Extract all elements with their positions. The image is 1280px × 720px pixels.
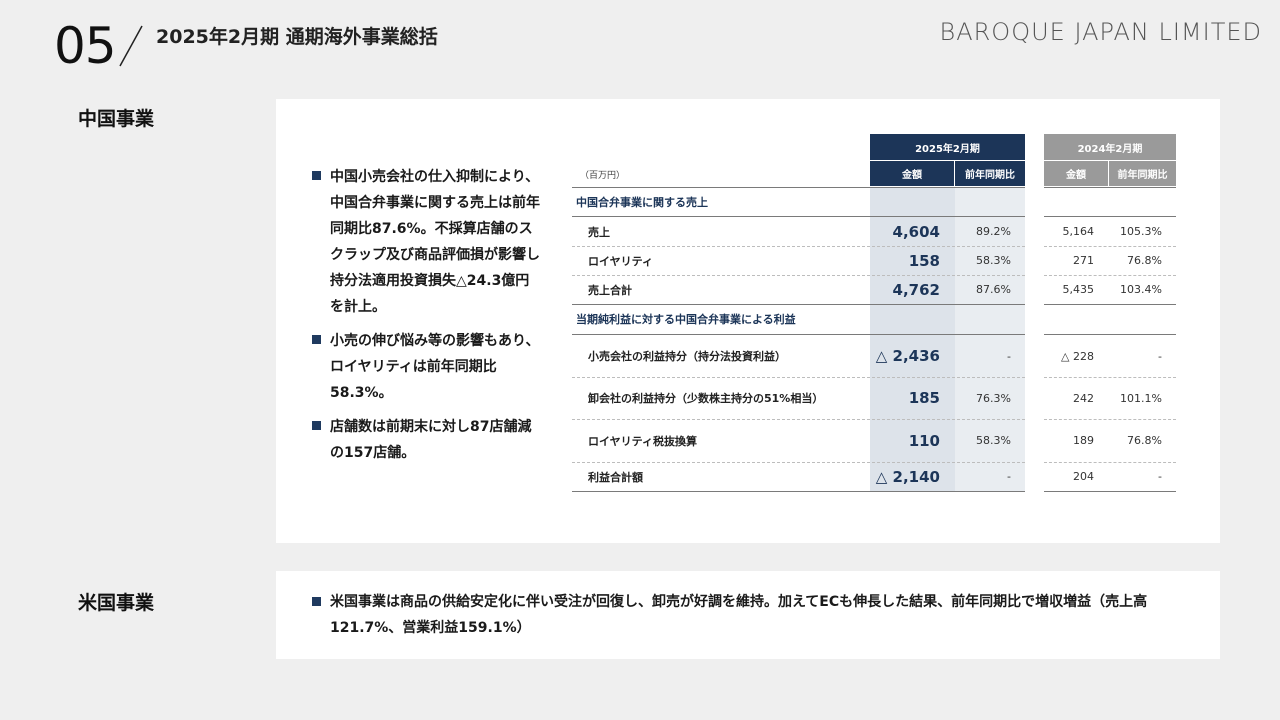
row-label: 売上合計 — [588, 283, 632, 297]
china-bullet-list: 中国小売会社の仕入抑制により、中国合弁事業に関する売上は前年同期比87.6%。不… — [312, 164, 542, 474]
col-amount-current: 金額 — [870, 161, 954, 186]
row-label: ロイヤリティ — [588, 254, 654, 268]
cur-amount: 4,604 — [892, 222, 940, 241]
prior-yoy: - — [1158, 470, 1162, 483]
prior-yoy: 101.1% — [1120, 391, 1162, 405]
cur-amount: △ 2,140 — [875, 467, 940, 486]
col-yoy-current: 前年同期比 — [955, 161, 1025, 186]
china-bullet: 中国小売会社の仕入抑制により、中国合弁事業に関する売上は前年同期比87.6%。不… — [312, 164, 542, 320]
cur-amount: 4,762 — [892, 280, 940, 299]
prior-yoy: 105.3% — [1120, 225, 1162, 238]
prior-yoy: 76.8% — [1127, 254, 1162, 267]
slash-divider — [119, 25, 143, 67]
cur-yoy: - — [1007, 470, 1011, 483]
china-bullet: 店舗数は前期末に対し87店舗減の157店舗。 — [312, 414, 542, 466]
period-current-header: 2025年2月期 — [870, 134, 1025, 160]
rule — [1044, 304, 1176, 305]
prior-yoy: 103.4% — [1120, 283, 1162, 296]
rule — [1044, 187, 1176, 188]
china-financial-table: 2025年2月期 2024年2月期 （百万円） 金額 前年同期比 金額 前年同期… — [572, 134, 1176, 494]
prior-amount: 5,164 — [1062, 225, 1095, 238]
cur-yoy: - — [1007, 349, 1011, 363]
rule — [572, 304, 1025, 305]
prior-amount: 242 — [1073, 391, 1094, 405]
section-profit-heading: 当期純利益に対する中国合弁事業による利益 — [576, 313, 796, 326]
prior-amount: 5,435 — [1062, 283, 1095, 296]
cur-yoy: 89.2% — [976, 225, 1011, 238]
brand-logo: BAROQUE JAPAN LIMITED — [939, 18, 1262, 46]
cur-yoy: 76.3% — [976, 391, 1011, 405]
us-section-label: 米国事業 — [78, 592, 155, 614]
prior-yoy: 76.8% — [1127, 434, 1162, 447]
china-bullet: 小売の伸び悩み等の影響もあり、ロイヤリティは前年同期比58.3%。 — [312, 328, 542, 406]
rule — [1044, 491, 1176, 492]
row-label: 売上 — [588, 225, 610, 239]
prior-amount: 204 — [1073, 470, 1094, 483]
row-label: 卸会社の利益持分（少数株主持分の51%相当） — [588, 392, 824, 405]
row-label: ロイヤリティ税抜換算 — [588, 434, 698, 448]
china-section-label: 中国事業 — [78, 108, 155, 130]
prior-amount: 271 — [1073, 254, 1094, 267]
row-label: 小売会社の利益持分（持分法投資利益） — [588, 350, 786, 363]
page-title: 2025年2月期 通期海外事業総括 — [156, 26, 438, 48]
period-prior-header: 2024年2月期 — [1044, 134, 1176, 160]
section-number: 05 — [54, 17, 117, 75]
col-amount-prior: 金額 — [1044, 161, 1108, 186]
cur-yoy: 58.3% — [976, 254, 1011, 267]
prior-amount: 189 — [1073, 434, 1094, 447]
prior-yoy: - — [1158, 349, 1162, 363]
cur-amount: 158 — [908, 251, 940, 270]
cur-amount: 110 — [908, 431, 940, 450]
rule — [572, 187, 1025, 188]
cur-yoy: 87.6% — [976, 283, 1011, 296]
prior-amount: △ 228 — [1061, 349, 1094, 363]
rule — [572, 491, 1025, 492]
col-yoy-prior: 前年同期比 — [1109, 161, 1176, 186]
cur-amount: △ 2,436 — [875, 347, 940, 365]
section-sales-heading: 中国合弁事業に関する売上 — [576, 196, 708, 209]
us-bullet-list: 米国事業は商品の供給安定化に伴い受注が回復し、卸売が好調を維持。加えてECも伸長… — [312, 589, 1192, 649]
row-label: 利益合計額 — [588, 470, 643, 484]
unit-label: （百万円） — [580, 170, 626, 181]
cur-amount: 185 — [908, 389, 940, 407]
us-bullet: 米国事業は商品の供給安定化に伴い受注が回復し、卸売が好調を維持。加えてECも伸長… — [312, 589, 1192, 641]
cur-yoy: 58.3% — [976, 434, 1011, 447]
